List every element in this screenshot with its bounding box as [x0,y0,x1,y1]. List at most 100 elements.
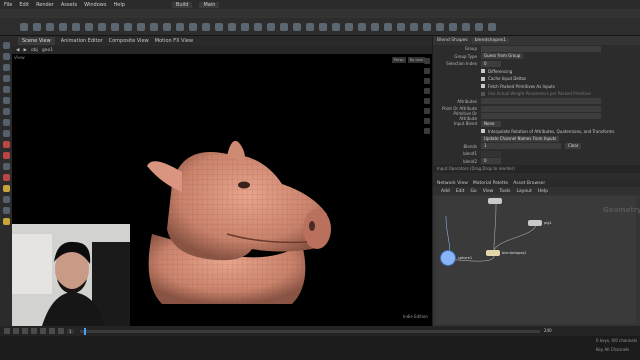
current-frame-field[interactable]: 1 [67,328,74,334]
camera-tool-icon[interactable] [2,207,10,214]
net-menu-view[interactable]: View [483,189,494,194]
grid-icon[interactable] [72,22,80,31]
differencing-checkbox[interactable] [481,69,485,74]
menu-windows[interactable]: Windows [84,2,106,8]
environment-light-icon[interactable] [371,22,379,31]
tab-scene-view[interactable]: Scene View [18,37,55,45]
menu-edit[interactable]: Edit [19,2,29,8]
metaball-icon[interactable] [215,22,223,31]
normals-icon[interactable] [424,108,430,114]
network-graph[interactable]: pig1 blendshapes2 sphere1 [436,196,636,324]
view-tool-icon[interactable] [2,108,10,115]
last-frame-icon[interactable] [58,328,64,334]
param-point-attr-field[interactable] [481,105,601,112]
helix-icon[interactable] [254,22,262,31]
param-attributes-field[interactable] [481,98,601,105]
paint-tool-icon[interactable] [2,119,10,126]
stop-icon[interactable] [31,328,37,334]
next-key-icon[interactable] [49,328,55,334]
net-menu-tools[interactable]: Tools [499,189,510,194]
ghost-icon[interactable] [424,118,430,124]
caustic-light-icon[interactable] [410,22,418,31]
camera-icon[interactable] [267,22,275,31]
key-icon[interactable] [2,218,10,225]
tab-network-view[interactable]: Network View [437,181,468,186]
menu-assets[interactable]: Assets [61,2,77,8]
ambient-light-icon[interactable] [436,22,444,31]
persp-button[interactable]: Persp [392,57,406,63]
spiral-icon[interactable] [241,22,249,31]
path-geo[interactable]: geo1 [42,48,53,53]
gi-light-icon[interactable] [397,22,405,31]
gamepad-camera-icon[interactable] [488,22,496,31]
menu-file[interactable]: File [4,2,12,8]
fetch-packed-checkbox[interactable] [481,84,485,89]
l-system-icon[interactable] [202,22,210,31]
tab-composite-view[interactable]: Composite View [109,38,149,44]
volume-light-icon[interactable] [345,22,353,31]
lighting-icon[interactable] [424,88,430,94]
flipbook-icon[interactable] [2,185,10,192]
path-back-icon[interactable]: ◀ [16,48,19,53]
distant-light-icon[interactable] [358,22,366,31]
circle-icon[interactable] [111,22,119,31]
move-tool-icon[interactable] [2,53,10,60]
param-prim-attr-field[interactable] [481,113,601,120]
render-icon[interactable] [2,196,10,203]
points-icon[interactable] [424,98,430,104]
net-menu-edit[interactable]: Edit [456,189,465,194]
update-channel-names-button[interactable]: Update Channel Names From Inputs [481,135,560,142]
tab-asset-browser[interactable]: Asset Browser [513,181,545,186]
param-blend2-field[interactable]: 0 [481,158,501,165]
interpolate-rotation-checkbox[interactable] [481,129,485,134]
vr-camera-icon[interactable] [462,22,470,31]
sphere-icon[interactable] [33,22,41,31]
param-group-type-menu[interactable]: Guess from Group [481,53,524,60]
wireframe-icon[interactable] [424,78,430,84]
template-icon[interactable] [424,128,430,134]
menu-help[interactable]: Help [113,2,124,8]
param-node-name[interactable]: blendshapes1 [471,38,510,43]
param-selection-index-field[interactable]: 0 [481,60,501,67]
tube-icon[interactable] [46,22,54,31]
stereo-camera-icon[interactable] [449,22,457,31]
path-obj[interactable]: obj [31,48,38,53]
prev-key-icon[interactable] [13,328,19,334]
timeline-cursor[interactable] [84,328,86,335]
torus-icon[interactable] [59,22,67,31]
display-options-icon[interactable] [424,58,430,64]
desktop-main[interactable]: Main [199,1,220,8]
box-icon[interactable] [20,22,28,31]
record-icon[interactable] [2,141,10,148]
portal-light-icon[interactable] [423,22,431,31]
end-frame-field[interactable]: 240 [544,328,552,333]
font-icon[interactable] [176,22,184,31]
play-back-icon[interactable] [22,328,28,334]
param-group-field[interactable] [481,45,601,52]
desktop-build[interactable]: Build [171,1,193,8]
path-icon[interactable] [150,22,158,31]
node-pig1[interactable] [528,220,542,226]
key-all-channels-button[interactable]: Key All Channels [596,347,629,352]
tab-motion-fx-view[interactable]: Motion FX View [155,38,193,44]
line-icon[interactable] [98,22,106,31]
node-pig[interactable] [488,198,502,204]
spot-light-icon[interactable] [306,22,314,31]
point-light-icon[interactable] [293,22,301,31]
cache-input-deltas-checkbox[interactable] [481,76,485,81]
area-light-icon[interactable] [319,22,327,31]
node-blendshapes2[interactable] [486,250,500,256]
timeline-track[interactable] [80,330,540,333]
pose-tool-icon[interactable] [2,97,10,104]
net-menu-help[interactable]: Help [538,189,548,194]
menu-render[interactable]: Render [36,2,54,8]
net-menu-layout[interactable]: Layout [516,189,531,194]
switcher-icon[interactable] [475,22,483,31]
light-icon-red[interactable] [2,174,10,181]
first-frame-icon[interactable] [4,328,10,334]
param-input-blend-menu[interactable]: None [481,120,501,127]
use-actual-weight-checkbox[interactable] [481,91,485,96]
draw-curve-icon[interactable] [137,22,145,31]
magnet-icon[interactable] [2,152,10,159]
null-icon[interactable] [85,22,93,31]
